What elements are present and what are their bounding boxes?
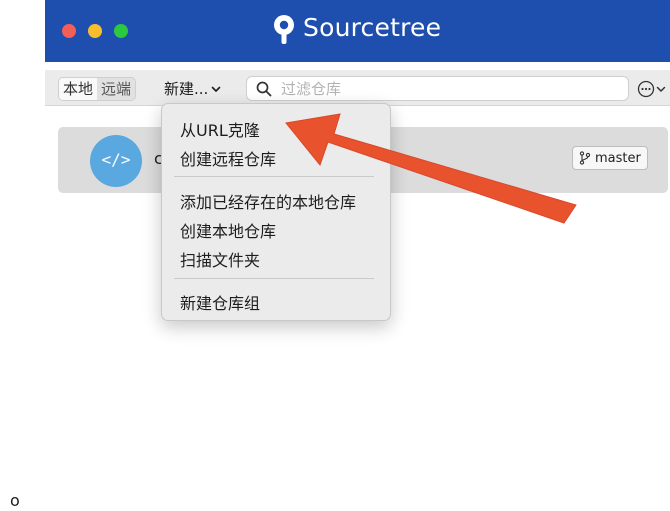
close-window-button[interactable] — [62, 24, 76, 38]
more-options-button[interactable] — [637, 79, 669, 99]
menu-item-create-remote-repo[interactable]: 创建远程仓库 — [180, 146, 276, 170]
menu-separator — [174, 176, 374, 177]
branch-icon — [579, 151, 591, 165]
menu-separator — [174, 278, 374, 279]
new-menu-label: 新建... — [164, 80, 209, 98]
new-menu-dropdown: 从URL克隆 创建远程仓库 添加已经存在的本地仓库 创建本地仓库 扫描文件夹 新… — [161, 103, 391, 321]
stray-text: o — [10, 491, 20, 510]
chevron-down-icon — [212, 86, 221, 92]
toolbar: 本地 远端 新建... — [45, 70, 670, 106]
repository-avatar: </> — [90, 135, 142, 187]
menu-item-add-existing-local-repo[interactable]: 添加已经存在的本地仓库 — [180, 189, 356, 213]
menu-item-create-local-repo[interactable]: 创建本地仓库 — [180, 218, 276, 242]
ellipsis-circle-icon — [637, 80, 655, 98]
tab-local[interactable]: 本地 — [59, 78, 98, 100]
new-menu-button[interactable]: 新建... — [164, 78, 221, 100]
search-field[interactable] — [246, 76, 629, 101]
branch-badge[interactable]: master — [572, 146, 648, 170]
title-bar: Sourcetree — [45, 0, 670, 62]
menu-item-clone-from-url[interactable]: 从URL克隆 — [180, 117, 260, 141]
minimize-window-button[interactable] — [88, 24, 102, 38]
search-icon — [256, 81, 272, 97]
chevron-down-icon — [656, 86, 666, 92]
menu-item-new-repo-group[interactable]: 新建仓库组 — [180, 290, 260, 314]
tab-remote[interactable]: 远端 — [97, 78, 135, 100]
location-segmented-control: 本地 远端 — [58, 77, 137, 101]
maximize-window-button[interactable] — [114, 24, 128, 38]
search-input[interactable] — [281, 78, 611, 99]
menu-item-scan-folder[interactable]: 扫描文件夹 — [180, 247, 260, 271]
branch-name: master — [595, 150, 641, 166]
code-icon: </> — [101, 150, 131, 169]
sourcetree-logo-icon — [274, 15, 294, 44]
window-title: Sourcetree — [303, 13, 442, 42]
